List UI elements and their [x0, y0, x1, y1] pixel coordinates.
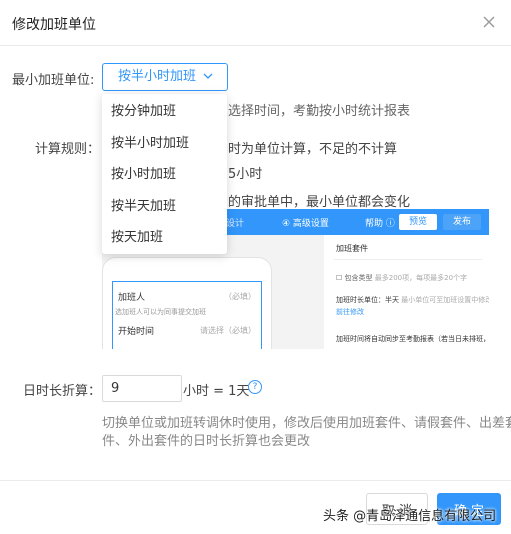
rules-line-2: 5小时 [228, 167, 263, 182]
unit-option-minute[interactable]: 按分钟加班 [102, 96, 227, 128]
preview-field-2: 开始时间 [118, 327, 155, 337]
preview-help: 帮助 ⓘ [365, 219, 395, 229]
preview-panel-link: 前往修改 [336, 308, 364, 316]
conversion-suffix: 小时 = 1天 [183, 384, 250, 399]
help-icon[interactable]: ? [248, 380, 262, 394]
unit-hint: 选择时间，考勤按小时统计报表 [228, 104, 411, 119]
conversion-desc-line-1: 切换单位或加班转调休时使用，修改后使用加班套件、请假套件、出差套 [102, 416, 511, 431]
preview-form: 加班人 （必填） 选加班人可以为同事提交加班 开始时间 请选择（必填） [112, 281, 262, 349]
preview-panel-title: 加班套件 [336, 244, 368, 253]
close-icon[interactable] [479, 12, 499, 32]
preview-panel-unit-hint: 最小单位可至加班设置中修改， [401, 296, 489, 304]
unit-option-half-day[interactable]: 按半天加班 [102, 191, 227, 223]
rules-label: 计算规则： [35, 142, 101, 157]
unit-option-hour[interactable]: 按小时加班 [102, 159, 227, 191]
preview-panel-note: 加班时间将自动同步至考勤报表（若当日未排班，员工 [336, 335, 489, 343]
rules-line-3: 的审批单中，最小单位都会变化 [228, 195, 411, 210]
unit-select[interactable]: 按半小时加班 [102, 63, 228, 91]
edit-overtime-unit-dialog: 修改加班单位 最小加班单位: 按半小时加班 选择时间，考勤按小时统计报表 计算规… [0, 0, 511, 534]
dialog-header: 修改加班单位 [0, 0, 511, 46]
unit-select-value: 按半小时加班 [118, 69, 197, 84]
preview-divider [334, 259, 482, 260]
chevron-down-icon [203, 73, 213, 79]
preview-panel-unit-label: 加班时长单位：半天 [336, 296, 399, 304]
preview-field-2-value: 请选择（必填） [200, 326, 256, 335]
footer-divider [0, 480, 511, 481]
unit-option-day[interactable]: 按天加班 [102, 222, 227, 254]
preview-field-1-value: （必填） [224, 292, 256, 301]
preview-step-prev: 设计 [226, 219, 245, 229]
preview-panel-unit: 加班时长单位：半天 最小单位可至加班设置中修改， [336, 295, 489, 305]
preview-field-1: 加班人 [118, 293, 146, 303]
preview-panel-option-label: 包含类型 [344, 274, 373, 282]
preview-preview-button: 预览 [399, 214, 437, 230]
preview-panel-option: ☐ 包含类型 最多200项，每项最多20个字 [336, 274, 468, 282]
preview-panel-option-hint: 最多200项，每项最多20个字 [374, 274, 468, 282]
preview-publish-button: 发布 [443, 214, 481, 230]
rules-line-1: 时为单位计算，不足的不计算 [228, 142, 398, 157]
watermark-text: 头条 @青岛泽通信息有限公司 [323, 509, 497, 524]
hours-per-day-input[interactable] [102, 375, 182, 402]
preview-step: ④ 高级设置 [282, 219, 329, 229]
dialog-title: 修改加班单位 [12, 17, 96, 33]
unit-option-half-hour[interactable]: 按半小时加班 [102, 128, 227, 160]
conversion-desc-line-2: 件、外出套件的日时长折算也会更改 [102, 434, 311, 449]
unit-label: 最小加班单位: [12, 73, 95, 88]
preview-settings-panel: 加班套件 ☐ 包含类型 最多200项，每项最多20个字 加班时长单位：半天 最小… [324, 235, 489, 349]
conversion-label: 日时长折算： [23, 384, 102, 399]
unit-dropdown-menu: 按分钟加班 按半小时加班 按小时加班 按半天加班 按天加班 [102, 94, 227, 254]
preview-form-note: 选加班人可以为同事提交加班 [115, 308, 206, 316]
